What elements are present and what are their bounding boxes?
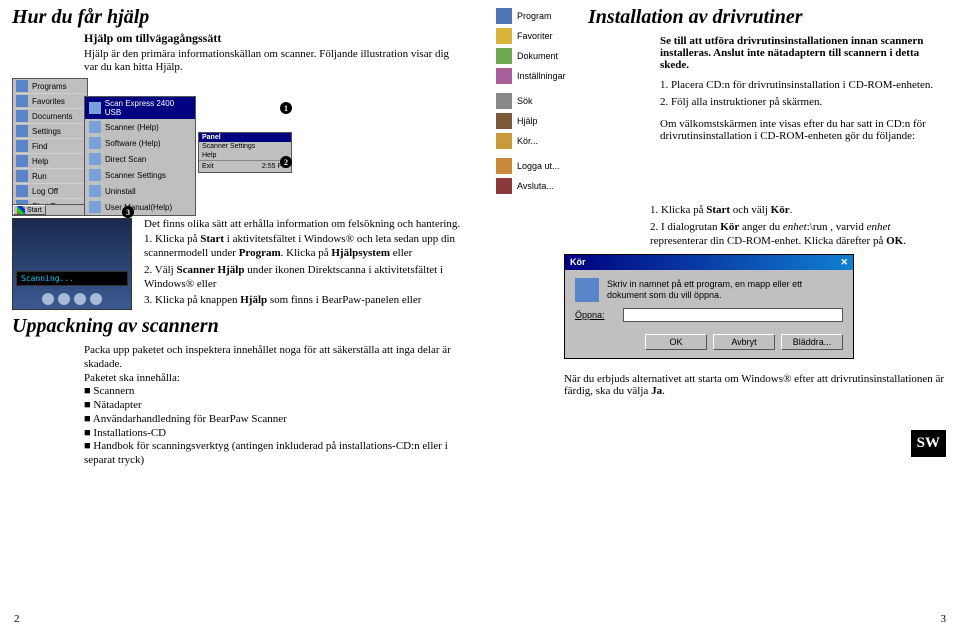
run-dialog-icon [575,278,599,302]
page-number: 3 [941,613,947,625]
tray-panel: Panel Scanner Settings Help Exit2:55 PM [198,132,292,173]
programs-flyout: Scan Express 2400 USB Scanner (Help) Sof… [84,96,196,216]
favorites-icon [496,28,512,44]
settings-icon [496,68,512,84]
pack-p2: Paketet ska innehålla: [84,372,462,386]
list-item: Installations-CD [84,427,462,441]
scanner-display: Scanning... [12,218,132,310]
documents-icon [496,48,512,64]
open-label: Öppna: [575,310,615,320]
list-item: Nätadapter [84,399,462,413]
heading-help: Hur du får hjälp [12,6,462,29]
open-input[interactable] [623,308,843,322]
list-item: 2. Välj Scanner Hjälp under ikonen Direk… [144,264,462,292]
dialog-title: Kör [570,257,586,268]
callout-3: 3 [122,206,134,218]
list-item: 2. Följ alla instruktioner på skärmen. [660,96,946,110]
language-badge: SW [911,430,946,457]
run-dialog: Kör ✕ Skriv in namnet på ett program, en … [564,254,854,359]
list-item: Scannern [84,385,462,399]
list-item: 2. I dialogrutan Kör anger du enhet:\run… [650,221,946,249]
pack-p1: Packa upp paketet och inspektera innehål… [84,344,462,372]
dialog-text: Skriv in namnet på ett program, en mapp … [607,279,843,301]
browse-button[interactable]: Bläddra... [781,334,843,350]
programs-icon [496,8,512,24]
shutdown-icon [496,178,512,194]
noscreen-p: Om välkomstskärmen inte visas efter du h… [660,118,946,142]
heading-install: Installation av drivrutiner [588,6,946,29]
install-warning: Se till att utföra drivrutinsinstallatio… [660,35,946,71]
ok-button[interactable]: OK [645,334,707,350]
page-number: 2 [14,613,20,625]
list-item: 1. Klicka på Start och välj Kör. [650,204,946,218]
start-button[interactable]: Start [13,205,46,215]
search-icon [496,93,512,109]
help-icon [496,113,512,129]
logoff-icon [496,158,512,174]
list-item: 1. Klicka på Start i aktivitetsfältet i … [144,233,462,261]
heading-unpack: Uppackning av scannern [12,315,462,338]
taskbar: Start [12,204,86,216]
list-item: Handbok för scanningsverktyg (antingen i… [84,440,462,468]
info-paragraph: Det finns olika sätt att erhålla informa… [144,218,462,230]
windows-start-menu-sv: Program Favoriter Dokument Inställningar… [492,6,576,196]
windows-icon [17,206,25,214]
list-item: Användarhandledning för BearPaw Scanner [84,413,462,427]
windows-screenshot: Programs Favorites Documents Settings Fi… [12,78,292,216]
help-intro: Hjälp är den primära informationskällan … [84,48,462,74]
cancel-button[interactable]: Avbryt [713,334,775,350]
start-menu: Programs Favorites Documents Settings Fi… [12,78,88,215]
run-icon [496,133,512,149]
restart-p: När du erbjuds alternativet att starta o… [564,373,946,397]
close-icon[interactable]: ✕ [840,257,848,268]
callout-1: 1 [280,102,292,114]
list-item: 3. Klicka på knappen Hjälp som finns i B… [144,294,462,308]
list-item: 1. Placera CD:n för drivrutinsinstallati… [660,79,946,93]
subheading-help: Hjälp om tillvägagångssätt [84,31,462,46]
